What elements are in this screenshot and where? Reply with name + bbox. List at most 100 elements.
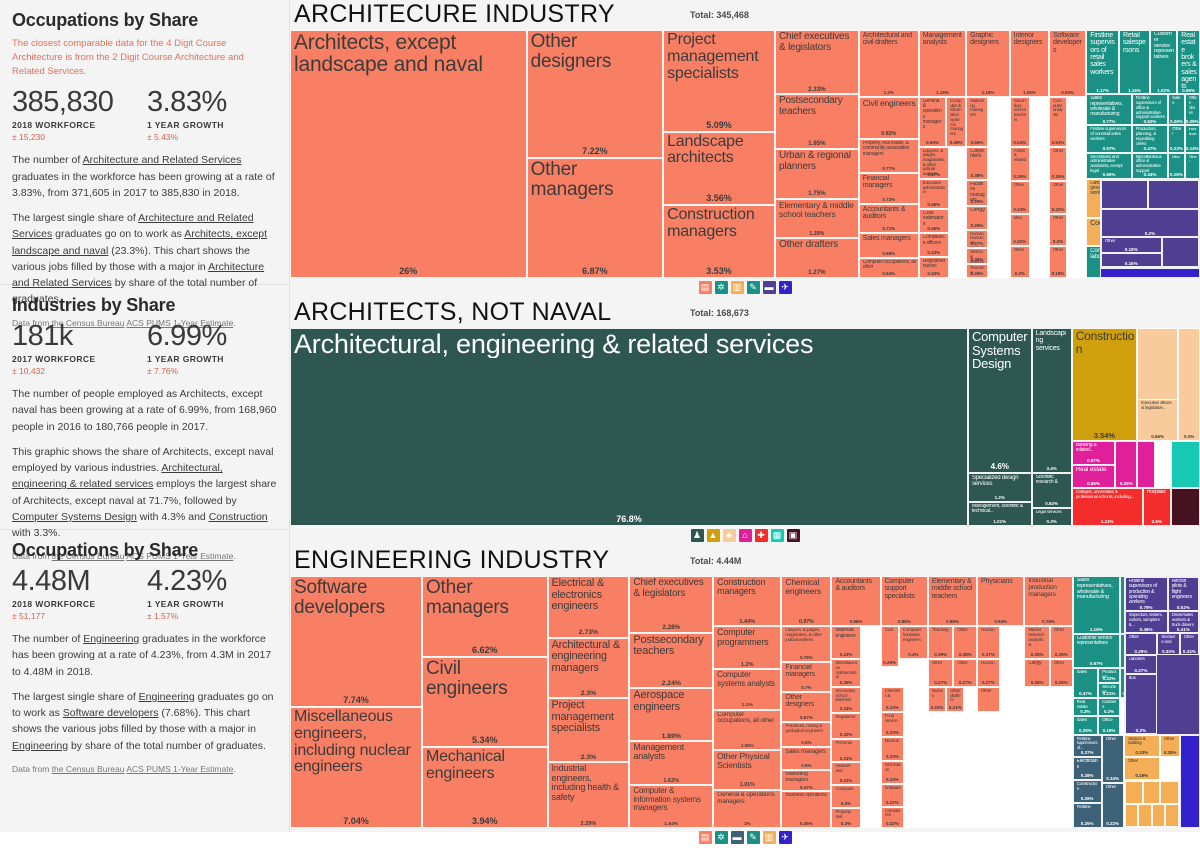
treemap-cell[interactable]: Other designers 0.67%	[781, 691, 832, 723]
cone-icon[interactable]: ▲	[706, 529, 720, 542]
treemap-cell[interactable]: Other drafters 1.27%	[775, 238, 859, 278]
treemap-cell[interactable]: Clergy 0.26%	[1024, 659, 1050, 687]
treemap-cell[interactable]: Information 0.23%	[880, 761, 905, 784]
treemap-cell[interactable]: Firstline supervisors of retail sales wo…	[1086, 30, 1119, 95]
treemap-cell[interactable]	[1124, 781, 1143, 805]
icon-legend-bar-3[interactable]: ▤ ✲ ▬ ✎ ▥ ✈	[290, 828, 1200, 848]
treemap-cell[interactable]: Postsecondary teachers 1.95%	[775, 94, 859, 150]
treemap-cell[interactable]: Architectural & engineering managers 2.3%	[547, 637, 630, 699]
treemap-cell[interactable]	[1138, 804, 1152, 827]
column-icon[interactable]: ▥	[762, 831, 776, 844]
wrench-icon[interactable]: ✎	[746, 831, 760, 844]
treemap-cell[interactable]	[1165, 804, 1179, 827]
treemap-cell[interactable]: Janitors & building 0.33%	[1123, 734, 1160, 758]
treemap-architects-not-naval[interactable]: Architectural, engineering & related ser…	[290, 328, 1200, 526]
treemap-cell[interactable]: Software developers 0.94%	[1048, 30, 1087, 97]
treemap-cell[interactable]: Teaching 0.26%	[966, 264, 988, 278]
treemap-cell[interactable]: Computer occupations, all other 1.05%	[713, 709, 782, 750]
treemap-group[interactable]: 0.2% Other 0.18% 0.16%	[1099, 178, 1200, 269]
treemap-cell[interactable]: Misc 0.22%	[1009, 213, 1030, 246]
people-icon[interactable]: ♣	[722, 529, 736, 542]
treemap-cell[interactable]: Sales managers 0.69%	[858, 233, 919, 259]
treemap-cell[interactable]: Executive offices & legislative... 0.66%	[1137, 399, 1179, 441]
treemap-cell[interactable]: Construction 0.26%	[1072, 780, 1102, 803]
treemap-cell[interactable]: Other 0.25%	[1159, 734, 1180, 758]
treemap-cell[interactable]: Education administrators 0.46%	[918, 178, 949, 209]
treemap-cell[interactable]: Petroleum, mining & geological engineers…	[781, 722, 832, 748]
treemap-cell[interactable]: Computer support specialists 0.85%	[880, 576, 928, 627]
treemap-cell[interactable]	[1100, 179, 1148, 209]
treemap-cell[interactable]: Other 0.27%	[927, 659, 954, 687]
treemap-cell[interactable]: Other Physical Scientists 1.01%	[713, 749, 782, 791]
treemap-cell[interactable]: Other 0.24%	[1009, 181, 1030, 214]
treemap-cell[interactable]: Sales representatives, wholesale & manuf…	[1072, 576, 1120, 634]
treemap-cell[interactable]: Other 0.19%	[1048, 245, 1068, 278]
icon-legend-bar-2[interactable]: ♟ ▲ ♣ ⌂ ✚ ▦ ▣	[290, 526, 1200, 546]
treemap-cell[interactable]: Other	[977, 686, 1000, 713]
treemap-cell[interactable]: Other managers 6.87%	[526, 157, 664, 278]
treemap-cell[interactable]: Firstline supervisors of production & op…	[1124, 577, 1168, 612]
treemap-cell[interactable]: Graphic designers 1.15%	[966, 30, 1010, 97]
treemap-cell[interactable]: Registered nurses 0.43%	[918, 256, 949, 278]
gear-icon[interactable]: ✲	[714, 281, 728, 294]
truck-icon[interactable]: ▬	[762, 281, 776, 294]
treemap-cell[interactable]: Other 0.34%	[1101, 734, 1124, 783]
treemap-cell[interactable]: Clergy 0.29%	[966, 206, 988, 230]
treemap-cell[interactable]: Accountants & auditors 0.71%	[858, 203, 919, 234]
treemap-cell[interactable]: Specialized design services 1.2%	[967, 472, 1032, 503]
treemap-cell[interactable]	[1160, 781, 1179, 805]
treemap-cell[interactable]: Software 0.22%	[880, 783, 905, 807]
treemap-cell[interactable]: Lawyers, & judges, magistrates, & other …	[918, 146, 949, 179]
treemap-cell[interactable]: General & operations managers 0.63%	[918, 96, 947, 147]
airplane-icon[interactable]: ✈	[778, 281, 792, 294]
treemap-cell[interactable]: Chief executives & legislators 2.28%	[629, 576, 714, 633]
treemap-cell[interactable]: Laborers 0.27%	[1124, 655, 1158, 675]
treemap-cell[interactable]: Misc 0.15%	[1168, 152, 1185, 179]
treemap-architecture-industry[interactable]: Architects, except landscape and naval 26…	[290, 30, 1200, 278]
treemap-cell[interactable]: Other 0.27%	[953, 659, 978, 687]
treemap-cell[interactable]: Financial managers 0.72%	[858, 172, 919, 204]
treemap-cell[interactable]: Computer occupations, all other 0.64%	[858, 258, 919, 278]
treemap-cell[interactable]: Management analysts 1.63%	[629, 741, 714, 786]
treemap-cell[interactable]	[1147, 179, 1199, 209]
treemap-cell[interactable]: Postsecondary teachers 2.24%	[629, 632, 714, 689]
treemap-cell[interactable]: Landscape architects 3.56%	[663, 131, 776, 205]
treemap-cell[interactable]: Cashiers 0.2%	[1098, 698, 1120, 716]
treemap-cell[interactable]: Market research analysts & 0.35%	[1024, 626, 1050, 660]
treemap-cell[interactable]: Computer Systems Design 4.6%	[967, 328, 1032, 473]
treemap-cell[interactable]: Electrical & electronics engineers 2.73%	[547, 576, 630, 638]
treemap-cell[interactable]: Architectural, engineering & related ser…	[290, 328, 968, 526]
treemap-cell[interactable]: Other 0.2%	[1009, 245, 1030, 278]
treemap-cell[interactable]: Management analysts 1.16%	[918, 30, 967, 97]
treemap-cell[interactable]: Miscellaneous mathematical 0.35%	[831, 659, 861, 687]
treemap-cell[interactable]: Industrial engineers, including health &…	[547, 762, 630, 828]
treemap-cell[interactable]: Office clerks 0.29%	[1184, 94, 1200, 126]
treemap-cell[interactable]: 0.3%	[1178, 328, 1200, 441]
treemap-cell[interactable]: Registered 0.32%	[831, 713, 861, 739]
treemap-cell[interactable]: Interior designers 1.05%	[1009, 30, 1049, 97]
treemap-cell[interactable]: Food service 0.23%	[880, 712, 905, 738]
cross-icon[interactable]: ✚	[754, 529, 768, 542]
book-icon[interactable]: ▤	[698, 831, 712, 844]
treemap-group[interactable]	[1099, 268, 1200, 278]
treemap-cell[interactable]: Secondary school teachers 0.34%	[831, 686, 861, 714]
treemap-cell[interactable]	[1124, 804, 1139, 827]
treemap-cell[interactable]: Aerospace engineers 1.89%	[629, 688, 714, 742]
treemap-cell[interactable]: Sales 0.47%	[1072, 667, 1099, 699]
treemap-cell[interactable]: Lawyers, & judges, magistrates, & other …	[781, 626, 832, 662]
treemap-cell[interactable]: Mechanical engineers 3.94%	[421, 747, 548, 828]
treemap-cell[interactable]: Colleges, universities & professional sc…	[1071, 488, 1143, 526]
treemap-cell[interactable]: Cost estimators 0.46%	[918, 208, 949, 234]
monitor-icon[interactable]: ▣	[786, 529, 800, 542]
treemap-cell[interactable]: Securities 0.21%	[1098, 683, 1120, 699]
airplane-icon[interactable]: ✈	[778, 831, 792, 844]
person-icon[interactable]: ♟	[690, 529, 704, 542]
treemap-cell[interactable]: Other 0.23%	[1168, 125, 1185, 153]
film-icon[interactable]: ▦	[770, 529, 784, 542]
treemap-cell[interactable]: Compliance officers 0.43%	[918, 233, 949, 257]
treemap-cell[interactable]: Other 0.38%	[953, 626, 978, 660]
treemap-cell[interactable]: Writers & authors 0.26%	[966, 248, 988, 265]
treemap-cell[interactable]	[1142, 781, 1161, 805]
treemap-cell[interactable]: Human resources workers 0.27%	[966, 229, 988, 249]
treemap-cell[interactable]: Insurance 0.14%	[1184, 125, 1200, 153]
